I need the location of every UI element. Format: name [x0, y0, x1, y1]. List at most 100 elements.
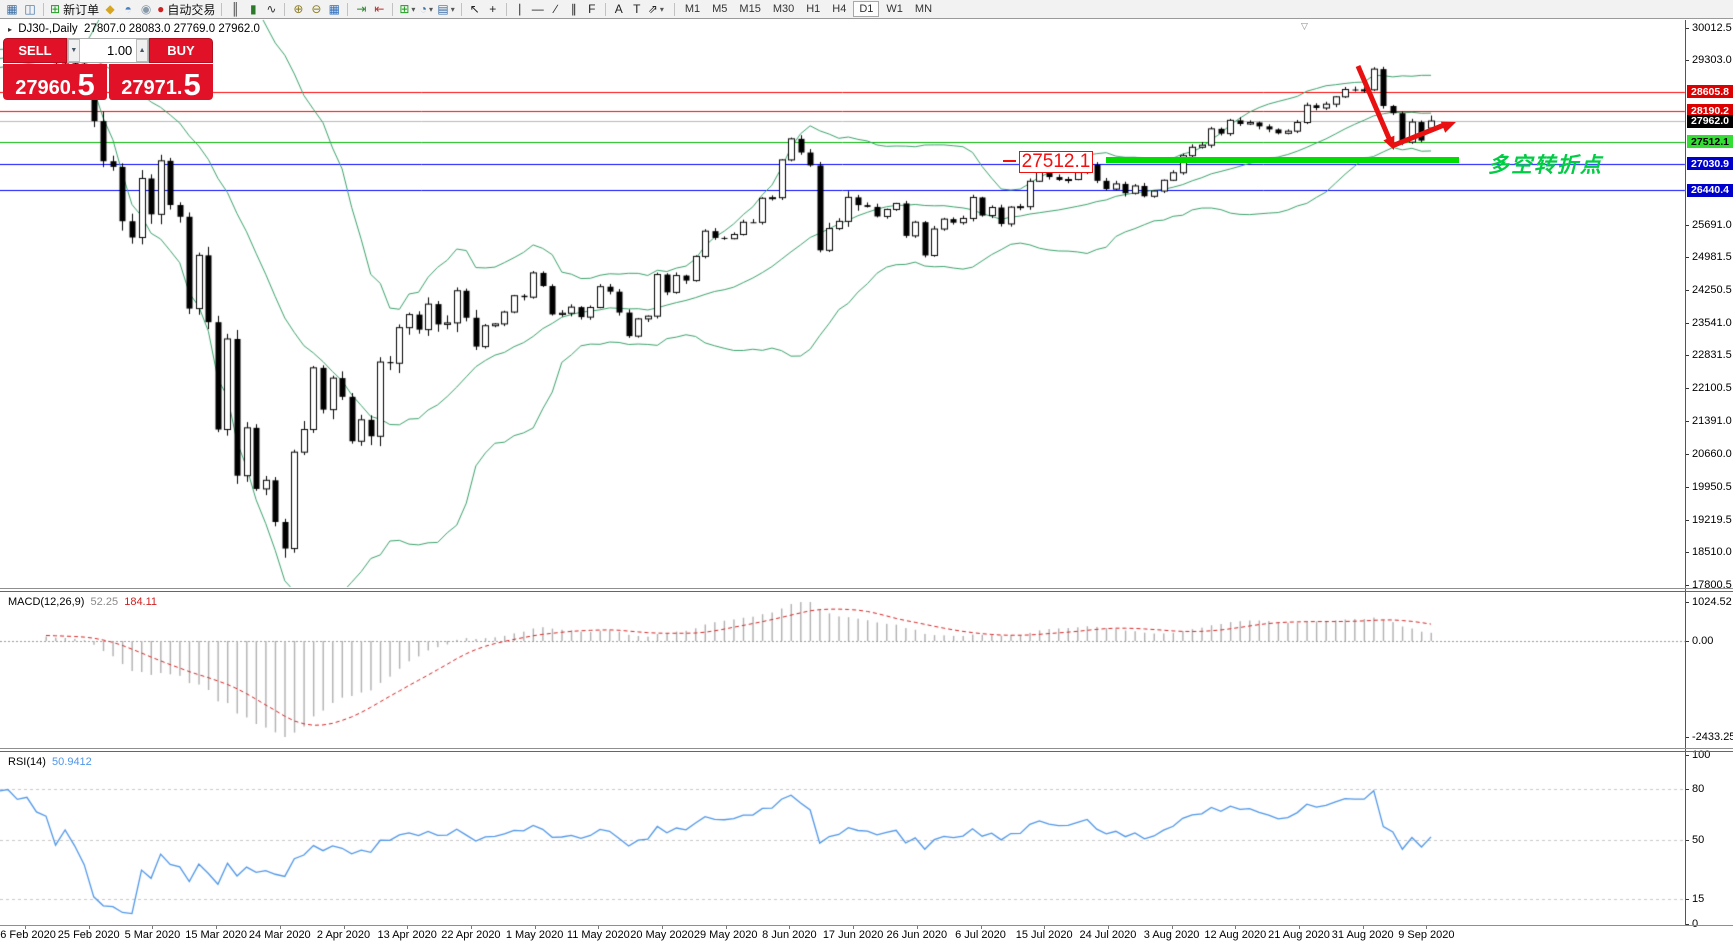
line-chart-button[interactable]: ∿	[262, 1, 280, 18]
vertical-line-button[interactable]: ∣	[511, 1, 529, 18]
toolbar-separator	[460, 2, 462, 16]
expert-advisors-button[interactable]: ◓	[119, 1, 137, 18]
timeframe-m1[interactable]: M1	[680, 1, 705, 17]
templates-icon: ▤	[437, 2, 449, 16]
toolbar-separator	[347, 2, 349, 16]
volume-input[interactable]	[79, 39, 137, 62]
bar-chart-button[interactable]: ║	[226, 1, 244, 18]
trendline-icon: ∕	[554, 2, 557, 16]
macd-main-value: 52.25	[90, 596, 119, 608]
timeframe-m30[interactable]: M30	[768, 1, 799, 17]
candlestick-chart-button[interactable]: ▮	[244, 1, 262, 18]
macd-indicator-label: MACD(12,26,9) 52.25 184.11	[8, 596, 158, 608]
macd-window-separator-2	[0, 591, 1733, 592]
autotrading-button[interactable]: ● 自动交易	[155, 1, 217, 18]
horizontal-line-icon: —	[531, 2, 544, 16]
price-level-annotation-box[interactable]: 27512.1	[1019, 151, 1093, 173]
rsi-value: 50.9412	[52, 756, 92, 768]
ohlc-readout: 27807.0 28083.0 27769.0 27962.0	[84, 23, 260, 35]
metaeditor-button[interactable]: ◆	[101, 1, 119, 18]
signals-button[interactable]: ◉	[137, 1, 155, 18]
timeframe-m5[interactable]: M5	[707, 1, 732, 17]
autotrading-button-label: 自动交易	[167, 2, 216, 17]
buy-price-pip: 5	[183, 66, 201, 100]
volume-increase-button[interactable]: ▲	[136, 39, 148, 62]
new-chart-icon: ▦	[6, 2, 18, 16]
timeframe-w1[interactable]: W1	[881, 1, 908, 17]
crosshair-icon: +	[489, 2, 497, 16]
chart-marker-icon: ▸	[8, 25, 13, 34]
indicators-button[interactable]: ⊞ ▾	[397, 1, 417, 18]
toolbar-separator	[284, 2, 286, 16]
text-label-icon: T	[633, 2, 641, 16]
trendline-button[interactable]: ∕	[547, 1, 565, 18]
arrows-tool-icon: ⇗	[647, 2, 658, 16]
timeframe-d1[interactable]: D1	[853, 1, 880, 17]
horizontal-line-button[interactable]: —	[529, 1, 547, 18]
one-click-trading-panel: SELL ▼ ▲ BUY 27960. 5 27971. 5	[3, 38, 213, 100]
line-chart-icon: ∿	[266, 2, 277, 16]
periods-button[interactable]: ◔ ▾	[417, 1, 435, 18]
macd-signal-value: 184.11	[124, 596, 158, 608]
zoom-in-icon: ⊕	[293, 2, 304, 16]
toolbar-separator	[505, 2, 507, 16]
metaeditor-icon: ◆	[105, 2, 115, 16]
bar-chart-icon: ║	[231, 2, 240, 16]
tile-windows-icon: ▦	[328, 2, 341, 16]
vertical-line-icon: ∣	[516, 2, 523, 16]
main-toolbar: ▦ ◫ ⊞ 新订单 ◆ ◓ ◉ ● 自动交易 ║ ▮ ∿ ⊕ ⊖ ▦ ⇥ ⇤ ⊞ ▾ ◔ ▾ ▤ ▾ ↖ + ∣ — ∕ ∥ F A T ⇗ ▾ …	[0, 0, 1733, 19]
date-axis-separator	[0, 925, 1733, 926]
fibonacci-button[interactable]: F	[583, 1, 601, 18]
new-chart-button[interactable]: ▦	[3, 1, 21, 18]
dropdown-caret-icon: ▾	[450, 4, 455, 14]
turning-point-annotation[interactable]: 多空转折点	[1488, 149, 1603, 179]
timeframe-m15[interactable]: M15	[734, 1, 765, 17]
equidistant-channel-icon: ∥	[570, 2, 577, 16]
new-order-button[interactable]: ⊞ 新订单	[48, 1, 101, 18]
text-icon: A	[614, 2, 623, 16]
rsi-window-separator[interactable]	[0, 748, 1733, 749]
templates-button[interactable]: ▤ ▾	[435, 1, 456, 18]
zoom-out-button[interactable]: ⊖	[307, 1, 325, 18]
chart-title: ▸ DJ30-,Daily 27807.0 28083.0 27769.0 27…	[8, 23, 260, 35]
cursor-button[interactable]: ↖	[466, 1, 484, 18]
sell-price[interactable]: 27960. 5	[3, 64, 107, 100]
support-band-annotation[interactable]	[1106, 157, 1459, 163]
sell-price-main: 27960.	[15, 77, 77, 99]
toolbar-separator	[392, 2, 394, 16]
chart-canvas[interactable]	[0, 19, 1733, 947]
zoom-in-button[interactable]: ⊕	[289, 1, 307, 18]
text-label-button[interactable]: T	[628, 1, 646, 18]
symbol-period-label: DJ30-,Daily	[18, 23, 78, 35]
buy-button[interactable]: BUY	[149, 38, 213, 63]
chart-shift-icon: ⇤	[374, 2, 385, 16]
buy-price-main: 27971.	[121, 77, 183, 99]
profiles-icon: ◫	[24, 2, 36, 16]
arrows-tool-button[interactable]: ⇗ ▾	[646, 1, 666, 18]
dropdown-caret-icon: ▾	[659, 4, 664, 14]
equidistant-channel-button[interactable]: ∥	[565, 1, 583, 18]
new-order-icon: ⊞	[50, 2, 61, 16]
dropdown-caret-icon: ▾	[411, 4, 416, 14]
profiles-button[interactable]: ◫	[21, 1, 39, 18]
auto-scroll-button[interactable]: ⇥	[352, 1, 370, 18]
chart-window: ▸ DJ30-,Daily 27807.0 28083.0 27769.0 27…	[0, 19, 1733, 947]
macd-window-separator[interactable]	[0, 588, 1733, 589]
volume-decrease-button[interactable]: ▼	[68, 39, 80, 62]
fibonacci-icon: F	[588, 2, 596, 16]
timeframe-mn[interactable]: MN	[910, 1, 937, 17]
timeframe-h4[interactable]: H4	[827, 1, 851, 17]
toolbar-separator	[604, 2, 606, 16]
new-order-button-label: 新订单	[63, 2, 100, 17]
tile-windows-button[interactable]: ▦	[325, 1, 343, 18]
text-button[interactable]: A	[610, 1, 628, 18]
crosshair-button[interactable]: +	[484, 1, 502, 18]
chart-shift-button[interactable]: ⇤	[370, 1, 388, 18]
price-axis-border	[1685, 20, 1686, 926]
sell-button[interactable]: SELL	[3, 38, 67, 63]
toolbar-separator	[221, 2, 223, 16]
toolbar-separator	[43, 2, 44, 16]
buy-price[interactable]: 27971. 5	[109, 64, 213, 100]
timeframe-h1[interactable]: H1	[801, 1, 825, 17]
indicators-icon: ⊞	[399, 2, 410, 16]
